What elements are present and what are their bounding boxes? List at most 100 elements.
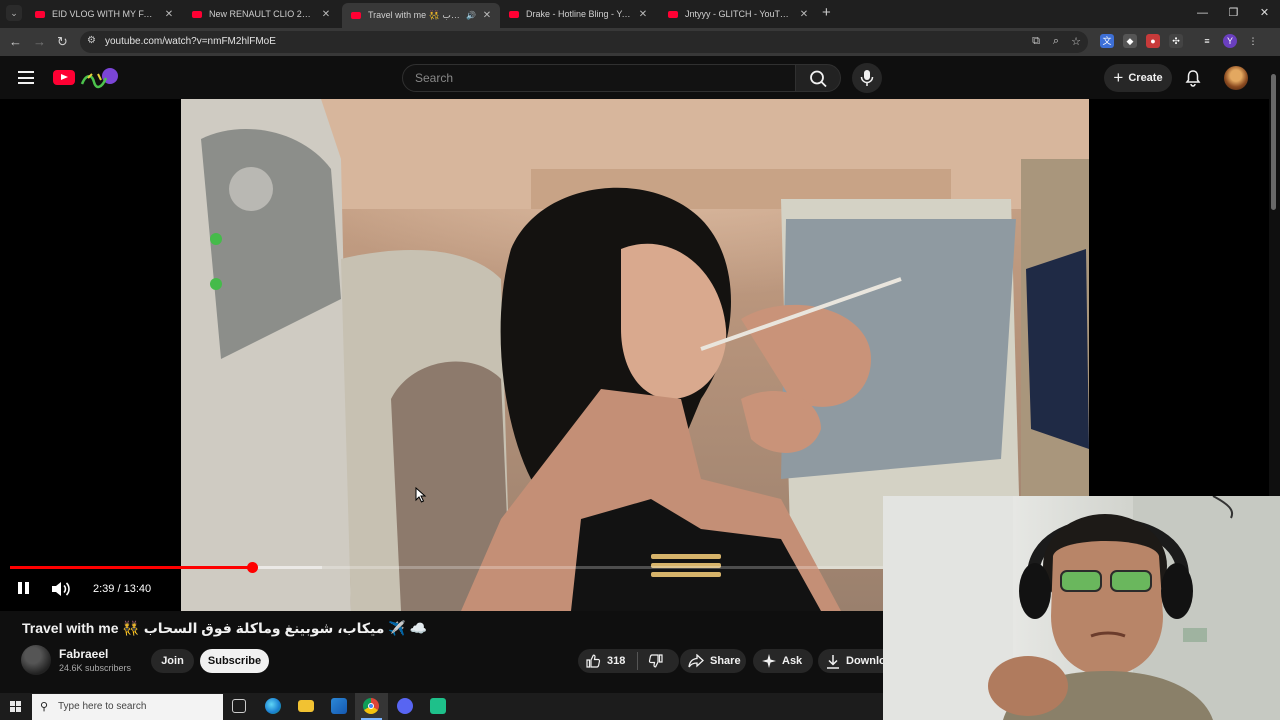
store-icon[interactable] <box>331 698 347 714</box>
time-display: 2:39 / 13:40 <box>93 583 152 595</box>
download-icon <box>827 654 839 669</box>
create-button[interactable]: + Create <box>1104 64 1172 92</box>
youtube-favicon-icon <box>35 10 45 18</box>
chrome-taskbar-button[interactable] <box>355 693 388 720</box>
browser-tab-strip: ⌄ EID VLOG WITH MY FAMILY I 😊 ✕ New RENA… <box>0 0 1280 28</box>
speaker-icon[interactable]: 🔊 <box>466 11 476 20</box>
close-tab-icon[interactable]: ✕ <box>638 9 648 20</box>
search-input[interactable]: Search <box>402 64 796 92</box>
divider <box>637 652 639 670</box>
media-controls-icon[interactable]: ≡ <box>1200 34 1214 48</box>
pause-icon <box>17 580 30 596</box>
doodle-logo-icon[interactable] <box>78 66 122 90</box>
browser-menu-icon[interactable]: ⋮ <box>1246 34 1260 48</box>
channel-name[interactable]: Fabraeel <box>59 647 108 661</box>
extension-icons: 文 ◆ ● ✣ ≡ Y ⋮ <box>1100 34 1260 48</box>
dislike-button[interactable] <box>648 653 664 669</box>
bookmark-star-icon[interactable]: ☆ <box>1070 35 1082 48</box>
download-button[interactable]: Download <box>818 649 883 673</box>
windows-start-icon[interactable] <box>10 701 21 712</box>
tab-title: Drake - Hotline Bling - YouTube <box>526 9 632 19</box>
profile-icon[interactable]: Y <box>1223 34 1237 48</box>
menu-icon[interactable] <box>18 71 34 84</box>
played-bar <box>10 566 253 569</box>
url-text[interactable]: youtube.com/watch?v=nmFM2hlFMoE <box>105 36 276 47</box>
extension-icon[interactable]: ● <box>1146 34 1160 48</box>
voice-search-button[interactable] <box>852 63 882 93</box>
ask-button[interactable]: Ask <box>753 649 813 673</box>
join-button[interactable]: Join <box>151 649 194 673</box>
browser-tab-1[interactable]: EID VLOG WITH MY FAMILY I 😊 ✕ <box>26 3 182 25</box>
youtube-masthead: Search + Create <box>0 56 1280 100</box>
tab-title: EID VLOG WITH MY FAMILY I 😊 <box>52 8 158 19</box>
omnibox[interactable]: ⚙ youtube.com/watch?v=nmFM2hlFMoE ⧉ ⌕ ☆ <box>80 31 1088 53</box>
app-icon[interactable] <box>430 698 446 714</box>
plus-icon: + <box>1113 68 1124 87</box>
subscriber-count: 24.6K subscribers <box>59 663 132 673</box>
tab-title: New RENAULT CLIO 2026 (Espr <box>209 9 315 19</box>
mouse-cursor-icon <box>415 487 427 503</box>
share-button[interactable]: Share <box>680 649 746 673</box>
thumbs-down-icon <box>649 654 663 668</box>
download-label: Download <box>846 655 883 667</box>
omnibox-actions: ⧉ ⌕ ☆ <box>1030 35 1082 48</box>
reload-icon[interactable]: ↻ <box>57 34 68 50</box>
youtube-logo-icon[interactable] <box>53 70 75 85</box>
extension-icon[interactable]: ◆ <box>1123 34 1137 48</box>
browser-tab-2[interactable]: New RENAULT CLIO 2026 (Espr ✕ <box>183 3 339 25</box>
avatar-icon[interactable] <box>1224 66 1248 90</box>
youtube-favicon-icon <box>668 10 678 18</box>
address-bar-row: ← → ↻ ⚙ youtube.com/watch?v=nmFM2hlFMoE … <box>0 28 1280 56</box>
close-tab-icon[interactable]: ✕ <box>482 10 492 21</box>
new-tab-button[interactable]: + <box>822 5 831 21</box>
file-explorer-icon[interactable] <box>298 700 314 712</box>
thumbs-up-icon <box>586 654 601 668</box>
restore-icon[interactable]: ❐ <box>1218 0 1249 28</box>
translate-extension-icon[interactable]: 文 <box>1100 34 1114 48</box>
like-dislike-group: 318 <box>578 649 679 673</box>
browser-tab-3-active[interactable]: Travel with me 👯 السحاب … 🔊 ✕ <box>342 3 500 28</box>
tab-title: Jntyyy - GLITCH - YouTube <box>685 9 793 19</box>
site-info-icon[interactable]: ⚙ <box>87 35 96 46</box>
windows-taskbar: ⚲ Type here to search <box>0 693 883 720</box>
pause-button[interactable] <box>17 580 30 596</box>
taskbar-search-input[interactable]: ⚲ Type here to search <box>32 694 223 720</box>
share-icon <box>688 654 704 668</box>
video-title: Travel with me 👯 ميكاب، شوبينغ وماكلة فو… <box>22 620 428 636</box>
close-tab-icon[interactable]: ✕ <box>321 9 331 20</box>
browser-tab-5[interactable]: Jntyyy - GLITCH - YouTube ✕ <box>659 3 817 25</box>
close-window-icon[interactable]: ✕ <box>1249 0 1280 28</box>
tab-title: Travel with me 👯 السحاب … <box>368 10 462 20</box>
scrollbar-thumb[interactable] <box>1271 74 1276 210</box>
create-label: Create <box>1128 72 1163 84</box>
tab-search-button[interactable]: ⌄ <box>6 5 22 21</box>
like-count: 318 <box>607 655 626 667</box>
like-button[interactable]: 318 <box>585 653 625 669</box>
install-app-icon[interactable]: ⧉ <box>1030 35 1042 48</box>
extensions-puzzle-icon[interactable]: ✣ <box>1169 34 1183 48</box>
sparkle-icon <box>762 654 776 668</box>
channel-avatar[interactable] <box>21 645 51 675</box>
youtube-favicon-icon <box>351 12 361 19</box>
volume-icon[interactable] <box>50 580 72 598</box>
minimize-icon[interactable]: — <box>1187 0 1218 28</box>
ask-label: Ask <box>782 655 803 667</box>
task-view-icon[interactable] <box>232 699 246 713</box>
edge-icon[interactable] <box>265 698 281 714</box>
subscribe-button[interactable]: Subscribe <box>200 649 269 673</box>
youtube-favicon-icon <box>192 10 202 18</box>
discord-icon[interactable] <box>397 698 413 714</box>
close-tab-icon[interactable]: ✕ <box>799 9 809 20</box>
bell-icon[interactable] <box>1184 69 1202 87</box>
mic-icon <box>860 70 874 86</box>
webcam-overlay <box>883 496 1280 720</box>
browser-tab-4[interactable]: Drake - Hotline Bling - YouTube ✕ <box>500 3 656 25</box>
close-tab-icon[interactable]: ✕ <box>164 9 174 20</box>
search-button[interactable] <box>795 64 841 92</box>
share-label: Share <box>710 655 741 667</box>
search-icon <box>810 70 827 88</box>
back-icon[interactable]: ← <box>9 34 22 50</box>
window-controls: — ❐ ✕ <box>1187 0 1280 28</box>
forward-icon[interactable]: → <box>33 34 46 50</box>
zoom-icon[interactable]: ⌕ <box>1050 35 1062 48</box>
